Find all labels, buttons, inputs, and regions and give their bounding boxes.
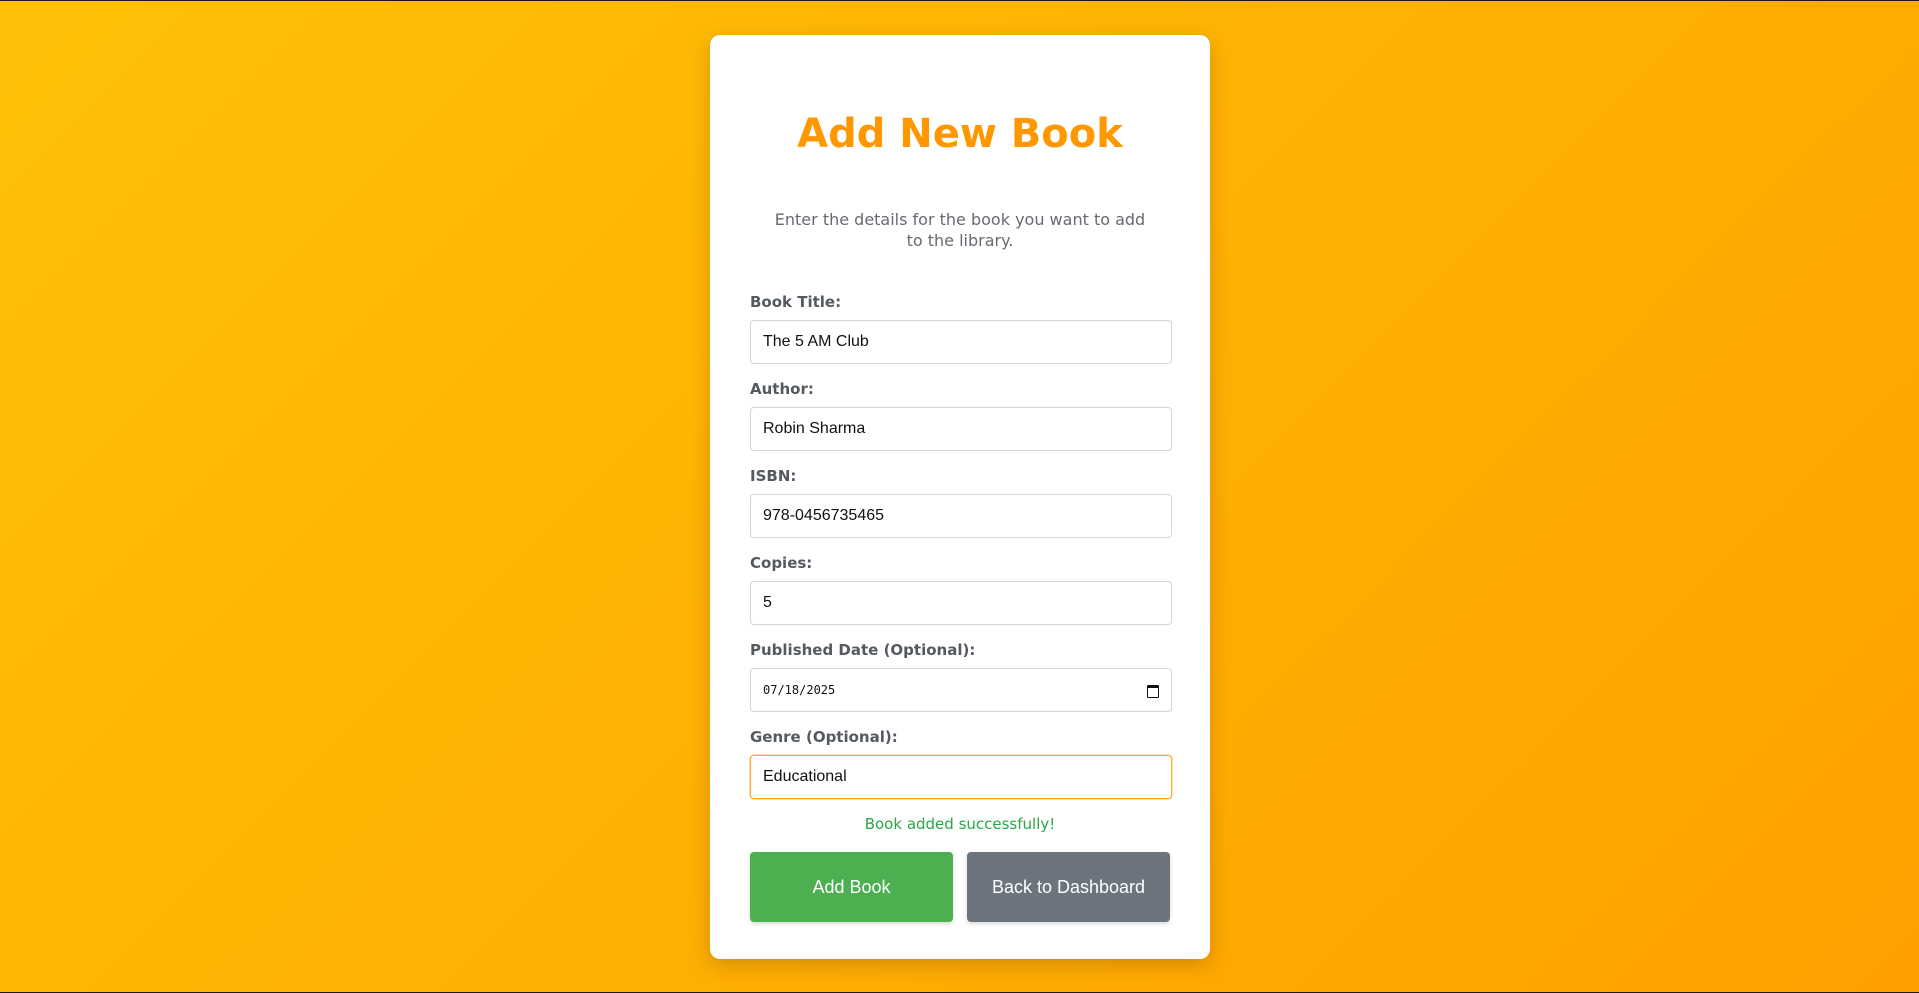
copies-label: Copies: xyxy=(750,554,813,572)
isbn-label: ISBN: xyxy=(750,467,797,485)
isbn-input[interactable] xyxy=(750,494,1172,538)
field-group-title: Book Title: xyxy=(750,293,1172,364)
genre-label: Genre (Optional): xyxy=(750,728,898,746)
calendar-icon[interactable] xyxy=(1147,684,1159,698)
page-subtitle: Enter the details for the book you want … xyxy=(774,210,1146,250)
author-label: Author: xyxy=(750,380,814,398)
genre-input[interactable] xyxy=(750,755,1172,799)
field-group-isbn: ISBN: xyxy=(750,467,1172,538)
back-to-dashboard-button[interactable]: Back to Dashboard xyxy=(967,852,1170,922)
field-group-genre: Genre (Optional): xyxy=(750,728,1172,799)
page-background: { "page": { "title": "Add New Book", "su… xyxy=(0,0,1919,993)
form-actions: Add Book Back to Dashboard xyxy=(750,852,1170,922)
book-title-label: Book Title: xyxy=(750,293,842,311)
published-date-input[interactable]: 07/18/2025 xyxy=(750,668,1172,712)
field-group-copies: Copies: xyxy=(750,554,1172,625)
status-message: Book added successfully! xyxy=(864,815,1056,833)
field-group-author: Author: xyxy=(750,380,1172,451)
add-book-card: Add New Book Enter the details for the b… xyxy=(710,35,1210,959)
add-book-form: Book Title: Author: ISBN: Copies: Publis… xyxy=(750,293,1172,922)
page-title: Add New Book xyxy=(797,111,1123,157)
book-title-input[interactable] xyxy=(750,320,1172,364)
author-input[interactable] xyxy=(750,407,1172,451)
published-date-label: Published Date (Optional): xyxy=(750,641,976,659)
field-group-published-date: Published Date (Optional): 07/18/2025 xyxy=(750,641,1172,712)
add-book-button[interactable]: Add Book xyxy=(750,852,953,922)
published-date-value: 07/18/2025 xyxy=(763,683,836,697)
copies-input[interactable] xyxy=(750,581,1172,625)
